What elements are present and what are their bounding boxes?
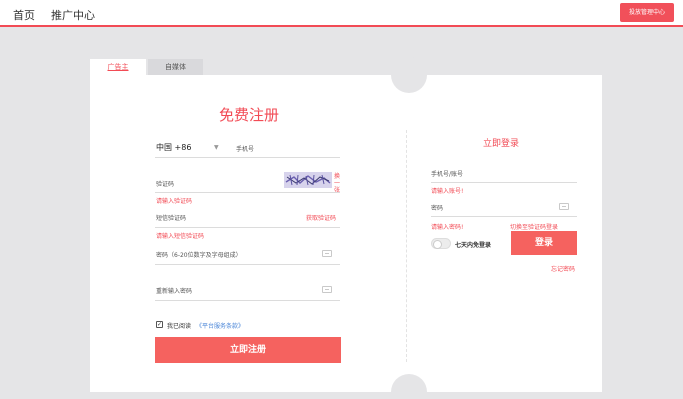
nav-promotion-center[interactable]: 推广中心 — [51, 7, 95, 23]
captcha-underline — [155, 192, 340, 193]
login-button[interactable]: 登录 — [511, 231, 577, 255]
login-password-underline — [431, 216, 577, 217]
switch-sms-login-link[interactable]: 切换至验证码登录 — [510, 222, 558, 231]
top-bar: 首页 推广中心 投放管理中心 — [0, 0, 683, 27]
captcha-graphic — [284, 172, 332, 188]
nav-home[interactable]: 首页 — [13, 7, 35, 23]
captcha-refresh-link[interactable]: 换一张 — [334, 173, 342, 194]
card-notch-top — [391, 57, 427, 93]
register-button[interactable]: 立即注册 — [155, 337, 341, 363]
account-error: 请输入账号! — [431, 188, 464, 195]
login-title: 立即登录 — [483, 139, 520, 149]
confirm-underline — [155, 300, 340, 301]
phone-underline — [155, 157, 340, 158]
tab-advertiser[interactable]: 广告主 — [90, 59, 146, 75]
password-underline — [155, 264, 340, 265]
captcha-image[interactable] — [284, 172, 332, 188]
sms-code-input[interactable]: 短信验证码 — [156, 213, 186, 222]
terms-link[interactable]: 《平台服务条款》 — [196, 321, 244, 330]
chevron-down-icon[interactable]: ▼ — [214, 144, 219, 151]
get-code-button[interactable]: 获取验证码 — [306, 213, 336, 222]
agree-label: 我已阅读 — [167, 323, 192, 330]
captcha-input[interactable]: 验证码 — [156, 179, 174, 188]
remember-toggle[interactable] — [431, 238, 451, 249]
tab-self-media[interactable]: 自媒体 — [148, 59, 203, 75]
remember-label: 七天内免登录 — [455, 242, 492, 249]
sms-error: 请输入短信验证码 — [156, 233, 205, 240]
keyboard-icon[interactable] — [322, 250, 332, 257]
captcha-error: 请输入验证码 — [156, 198, 193, 205]
ad-management-button[interactable]: 投放管理中心 — [620, 3, 674, 22]
account-underline — [431, 182, 577, 183]
password-input[interactable]: 密码（6-20位数字及字母组成） — [156, 250, 242, 259]
sms-underline — [155, 227, 340, 228]
section-divider — [406, 130, 407, 362]
agree-checkbox[interactable]: ✓ — [156, 321, 163, 328]
confirm-password-input[interactable]: 重新输入密码 — [156, 286, 192, 295]
keyboard-icon[interactable] — [322, 286, 332, 293]
login-password-input[interactable]: 密码 — [431, 203, 443, 212]
account-input[interactable]: 手机号/账号 — [431, 169, 463, 178]
register-title: 免费注册 — [219, 106, 280, 124]
country-code-select[interactable]: 中国 +86 — [156, 142, 191, 153]
tab-advertiser-label: 广告主 — [107, 63, 129, 71]
keyboard-icon[interactable] — [559, 203, 569, 210]
password-error: 请输入密码! — [431, 224, 464, 231]
phone-input[interactable]: 手机号 — [236, 144, 254, 153]
forgot-password-link[interactable]: 忘记密码 — [551, 264, 575, 273]
